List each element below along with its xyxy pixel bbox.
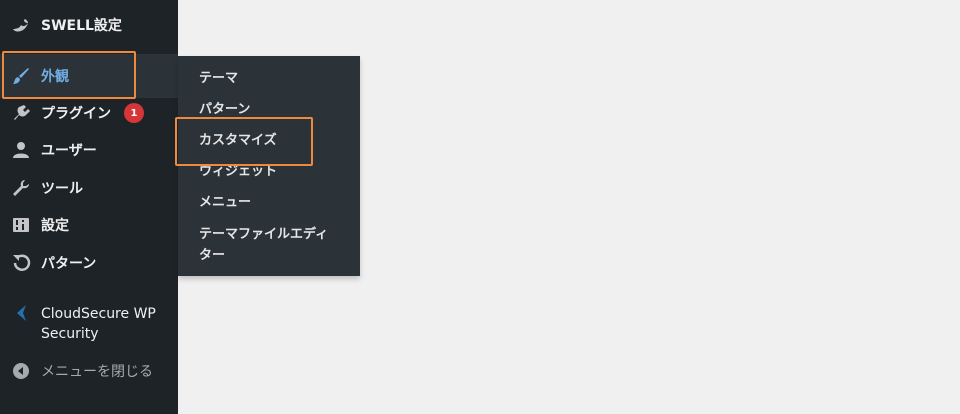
update-count-badge: 1 (124, 103, 144, 123)
submenu-item-patterns[interactable]: パターン (199, 100, 250, 119)
sidebar-item-label: パターン (41, 256, 97, 272)
sidebar-item-label: 設定 (41, 218, 69, 234)
label-line-2: Security (41, 326, 99, 342)
sidebar-item-swell-settings[interactable]: SWELL設定 (0, 12, 178, 38)
paintbrush-icon (10, 65, 32, 87)
label-line-1: テーマファイルエディ (199, 227, 329, 242)
plugin-icon (10, 102, 32, 124)
swell-icon (10, 14, 32, 36)
settings-icon (10, 214, 32, 236)
sidebar-item-patterns[interactable]: パターン (0, 250, 178, 276)
submenu-item-widgets[interactable]: ウィジェット (199, 162, 277, 181)
sidebar-item-label: CloudSecure WP Security (41, 304, 156, 344)
submenu-item-theme-file-editor[interactable]: テーマファイルエディ ター (199, 224, 328, 266)
sidebar-item-label: ツール (41, 181, 83, 197)
sidebar-item-label: メニューを閉じる (41, 364, 153, 380)
undo-icon (10, 252, 32, 274)
sidebar-item-users[interactable]: ユーザー (0, 137, 178, 163)
sidebar-item-label: 外観 (41, 69, 69, 85)
user-icon (10, 139, 32, 161)
sidebar-item-label: プラグイン (41, 106, 111, 122)
collapse-icon (10, 360, 32, 382)
sidebar-item-label: SWELL設定 (41, 18, 122, 34)
submenu-item-themes[interactable]: テーマ (199, 69, 238, 88)
collapse-menu-button[interactable]: メニューを閉じる (0, 358, 178, 384)
sidebar-item-cloudsecure[interactable]: CloudSecure WP Security (0, 302, 178, 346)
admin-sidebar: SWELL設定 外観 プラグイン 1 ユーザー ツール 設定 パターン Clou… (0, 0, 178, 414)
sidebar-item-tools[interactable]: ツール (0, 175, 178, 201)
sidebar-item-label: ユーザー (41, 143, 97, 159)
submenu-pointer (170, 70, 178, 86)
sidebar-item-appearance[interactable]: 外観 (0, 54, 178, 98)
submenu-item-customize[interactable]: カスタマイズ (199, 131, 277, 150)
cloudsecure-icon (10, 302, 32, 324)
wrench-icon (10, 177, 32, 199)
sidebar-item-plugins[interactable]: プラグイン 1 (0, 100, 178, 126)
sidebar-item-settings[interactable]: 設定 (0, 212, 178, 238)
label-line-1: CloudSecure WP (41, 306, 156, 322)
submenu-item-menus[interactable]: メニュー (199, 193, 251, 212)
appearance-submenu: テーマ パターン カスタマイズ ウィジェット メニュー テーマファイルエディ タ… (178, 56, 360, 276)
label-line-2: ター (199, 248, 226, 263)
